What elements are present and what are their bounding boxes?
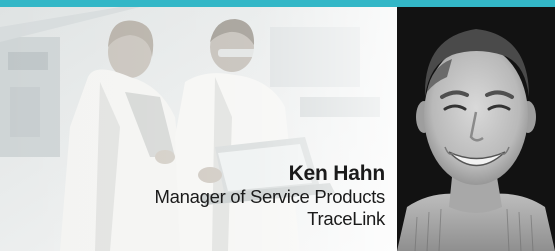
speaker-name: Ken Hahn: [288, 162, 386, 185]
speaker-company: TraceLink: [307, 208, 385, 229]
speaker-title: Manager of Service Products: [154, 186, 386, 207]
speaker-portrait: [397, 7, 555, 251]
speaker-caption: Ken Hahn Manager of Service Products Tra…: [154, 162, 386, 230]
accent-top-bar: [0, 0, 555, 7]
